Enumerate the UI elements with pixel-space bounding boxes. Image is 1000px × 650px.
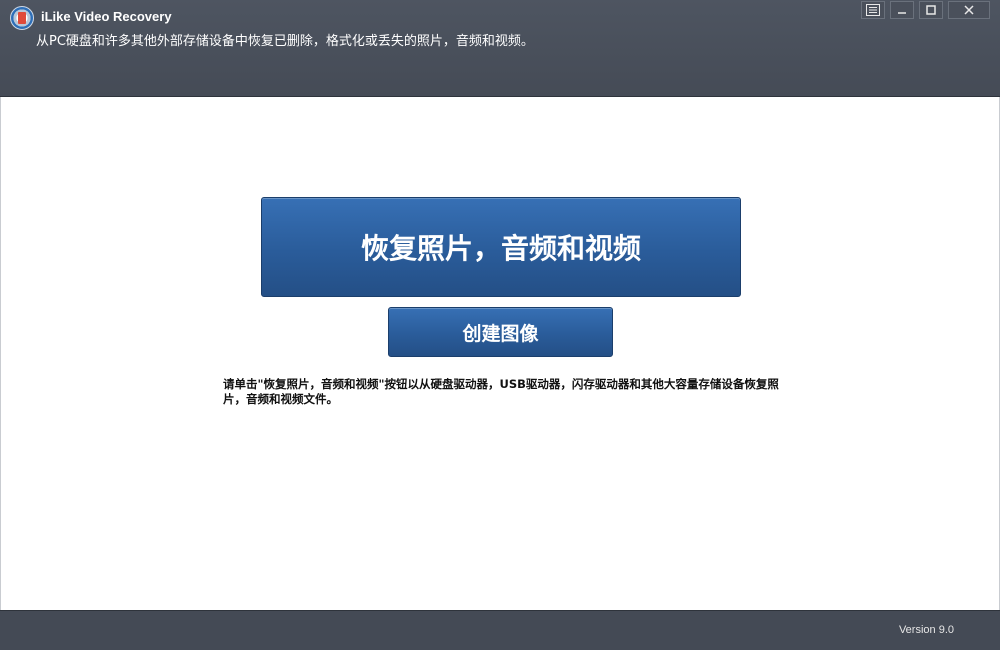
- app-logo-icon: [10, 6, 34, 30]
- close-icon: [964, 5, 974, 15]
- menu-list-button[interactable]: [861, 1, 885, 19]
- minimize-button[interactable]: [890, 1, 914, 19]
- instruction-text: 请单击"恢复照片，音频和视频"按钮以从硬盘驱动器，USB驱动器，闪存驱动器和其他…: [223, 377, 779, 406]
- maximize-button[interactable]: [919, 1, 943, 19]
- main-panel: 恢复照片，音频和视频 创建图像 请单击"恢复照片，音频和视频"按钮以从硬盘驱动器…: [0, 97, 1000, 610]
- app-subtitle: 从PC硬盘和许多其他外部存储设备中恢复已删除，格式化或丢失的照片，音频和视频。: [36, 34, 534, 49]
- create-image-button[interactable]: 创建图像: [388, 307, 613, 357]
- menu-list-icon: [866, 4, 880, 16]
- app-window: iLike Video Recovery 从PC硬盘和许多其他外部存储设备中恢复…: [0, 0, 1000, 650]
- close-button[interactable]: [948, 1, 990, 19]
- recover-media-button[interactable]: 恢复照片，音频和视频: [261, 197, 741, 297]
- maximize-icon: [926, 5, 936, 15]
- window-controls: [861, 1, 990, 21]
- version-label: Version 9.0: [898, 624, 954, 636]
- title-bar: iLike Video Recovery 从PC硬盘和许多其他外部存储设备中恢复…: [0, 0, 1000, 97]
- minimize-icon: [898, 12, 906, 14]
- app-title: iLike Video Recovery: [41, 9, 172, 24]
- status-bar: Version 9.0: [0, 610, 1000, 650]
